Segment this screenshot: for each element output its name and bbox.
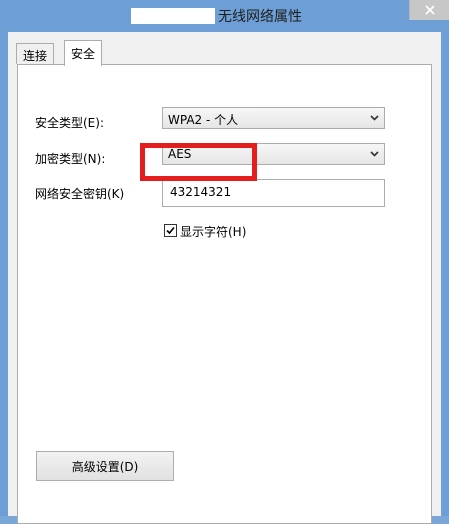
wireless-properties-window: 无线网络属性 连接 安全 安全类型(E): WPA2 - 个人 加密类型(N):… — [0, 0, 449, 524]
network-key-input[interactable]: 43214321 — [162, 179, 385, 207]
window-title: 无线网络属性 — [218, 9, 302, 25]
chevron-down-icon — [370, 151, 379, 157]
close-button[interactable] — [409, 0, 449, 20]
chevron-down-icon — [370, 115, 379, 121]
encryption-type-dropdown[interactable]: AES — [162, 143, 385, 165]
show-characters-checkbox[interactable] — [164, 224, 177, 237]
checkmark-icon — [166, 226, 175, 235]
title-bar[interactable]: 无线网络属性 — [0, 0, 449, 32]
encryption-type-value: AES — [168, 147, 192, 161]
security-type-label: 安全类型(E): — [35, 116, 104, 130]
tab-security[interactable]: 安全 — [64, 40, 103, 66]
tab-connection[interactable]: 连接 — [16, 43, 55, 64]
advanced-settings-button[interactable]: 高级设置(D) — [36, 451, 174, 481]
show-characters-label[interactable]: 显示字符(H) — [180, 223, 246, 240]
network-key-label: 网络安全密钥(K) — [35, 187, 125, 201]
security-type-dropdown[interactable]: WPA2 - 个人 — [162, 107, 385, 129]
close-icon — [425, 5, 435, 15]
encryption-type-label: 加密类型(N): — [35, 152, 106, 166]
redacted-network-name — [131, 8, 215, 24]
dialog-client-area: 连接 安全 安全类型(E): WPA2 - 个人 加密类型(N): AES 网络… — [8, 32, 441, 524]
security-type-value: WPA2 - 个人 — [168, 113, 239, 127]
security-tab-panel: 安全类型(E): WPA2 - 个人 加密类型(N): AES 网络安全密钥(K… — [17, 64, 432, 524]
network-key-value: 43214321 — [170, 185, 232, 199]
